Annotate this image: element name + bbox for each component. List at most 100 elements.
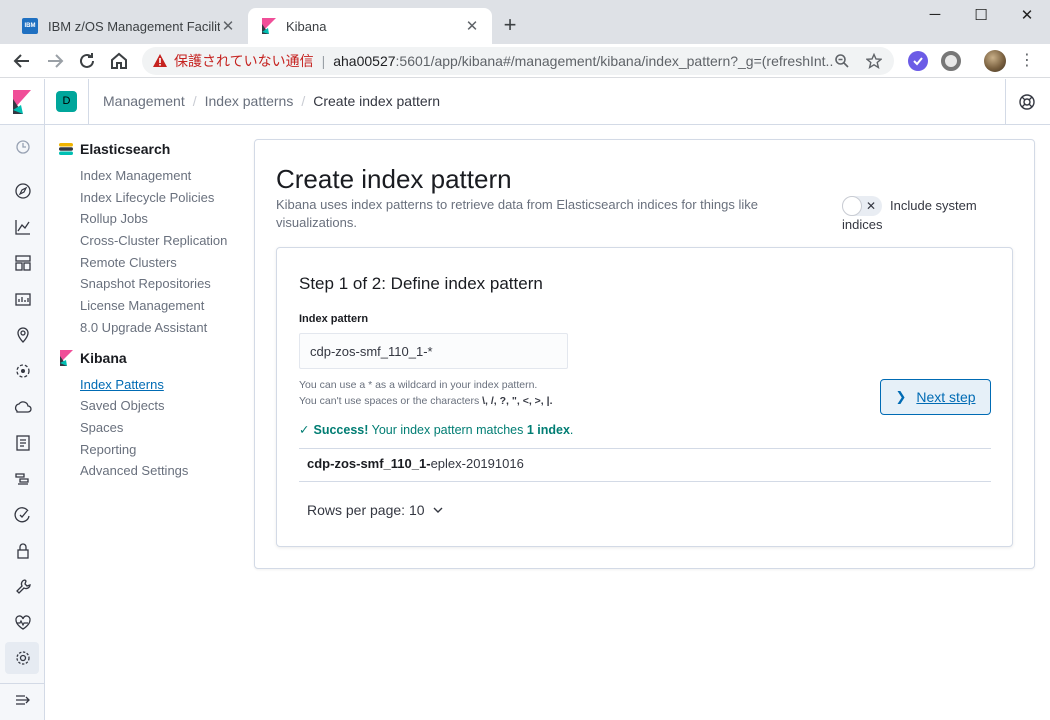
sidenav-item-reporting[interactable]: Reporting [80, 441, 248, 463]
logs-icon[interactable] [13, 433, 33, 453]
chevron-down-icon [433, 507, 443, 513]
sidenav-heading-kibana: Kibana [58, 349, 248, 367]
tab-zosmf[interactable]: IBM IBM z/OS Management Facility on ✕ [10, 8, 248, 44]
dashboard-icon[interactable] [13, 253, 33, 273]
uptime-icon[interactable] [13, 505, 33, 525]
kibana-nav-rail [0, 125, 45, 720]
include-system-indices-toggle[interactable]: ✕ Include system indices [842, 196, 992, 234]
tab-title: IBM z/OS Management Facility on [48, 18, 220, 34]
profile-avatar[interactable] [984, 50, 1006, 72]
sidenav-item-advanced-settings[interactable]: Advanced Settings [80, 462, 248, 484]
siem-icon[interactable] [13, 541, 33, 561]
system-indices-switch[interactable]: ✕ [842, 196, 882, 216]
back-icon[interactable] [10, 49, 34, 73]
clock-icon[interactable] [13, 137, 33, 157]
chevron-right-icon: ❯ [895, 389, 907, 404]
maximize-icon[interactable]: ☐ [958, 6, 1004, 24]
elasticsearch-items: Index Management Index Lifecycle Policie… [80, 167, 248, 341]
extension-icon[interactable] [908, 51, 928, 71]
match-rest: eplex-20191016 [430, 456, 524, 471]
rows-per-page-selector[interactable]: Rows per page: 10 [307, 502, 445, 518]
step-card: Step 1 of 2: Define index pattern Index … [276, 247, 1013, 547]
breadcrumb-separator: / [301, 93, 306, 109]
sidenav-item-upgrade-assistant[interactable]: 8.0 Upgrade Assistant [80, 319, 248, 341]
sidenav-item-snapshot-repos[interactable]: Snapshot Repositories [80, 275, 248, 297]
collapse-icon[interactable] [13, 690, 33, 710]
help-line-2-prefix: You can't use spaces or the characters [299, 395, 483, 407]
success-end: . [569, 423, 574, 437]
breadcrumb-management[interactable]: Management [103, 93, 185, 109]
reload-icon[interactable] [75, 49, 99, 73]
header-divider [88, 79, 89, 125]
success-count: 1 index [526, 423, 570, 437]
table-bottom-border [299, 481, 991, 482]
dev-tools-icon[interactable] [13, 577, 33, 597]
check-icon: ✓ [299, 423, 310, 437]
omnibox-divider: | [321, 53, 326, 69]
url-text[interactable]: aha00527:5601/app/kibana#/management/kib… [333, 53, 834, 69]
sidenav-item-index-management[interactable]: Index Management [80, 167, 248, 189]
sidenav-item-index-patterns[interactable]: Index Patterns [80, 376, 248, 398]
omnibox-actions [834, 53, 882, 69]
apm-icon[interactable] [13, 469, 33, 489]
extension-circle-icon[interactable] [941, 51, 961, 71]
ml-icon[interactable] [13, 361, 33, 381]
home-icon[interactable] [107, 49, 131, 73]
kibana-logo-icon [60, 349, 73, 366]
sidenav-item-license[interactable]: License Management [80, 297, 248, 319]
help-line-2-chars: \, /, ?, ", <, >, |. [482, 395, 553, 407]
tab-close-icon[interactable]: ✕ [464, 17, 480, 35]
rows-per-page-label: Rows per page: 10 [307, 502, 425, 518]
sidenav-item-remote-clusters[interactable]: Remote Clusters [80, 254, 248, 276]
elasticsearch-logo-icon [59, 143, 73, 155]
sidenav-item-ilm[interactable]: Index Lifecycle Policies [80, 189, 248, 211]
table-top-border [299, 448, 991, 449]
tab-kibana[interactable]: Kibana ✕ [248, 8, 492, 44]
infrastructure-icon[interactable] [13, 397, 33, 417]
breadcrumb-index-patterns[interactable]: Index patterns [205, 93, 294, 109]
kibana-header: D Management / Index patterns / Create i… [0, 79, 1050, 125]
help-line-1: You can use a * as a wildcard in your in… [299, 379, 538, 391]
index-pattern-input[interactable] [299, 333, 568, 369]
address-bar[interactable]: 保護されていない通信 | aha00527:5601/app/kibana#/m… [142, 47, 894, 75]
header-divider [1005, 79, 1006, 125]
space-avatar[interactable]: D [56, 91, 77, 112]
toggle-label-line2: indices [842, 217, 883, 232]
toggle-label-line1: Include system [890, 198, 977, 213]
index-pattern-help: You can use a * as a wildcard in your in… [299, 377, 553, 409]
new-tab-icon[interactable]: + [498, 14, 522, 38]
close-window-icon[interactable]: ✕ [1004, 6, 1050, 24]
table-row: cdp-zos-smf_110_1-eplex-20191016 [307, 456, 524, 471]
sidenav-item-ccr[interactable]: Cross-Cluster Replication [80, 232, 248, 254]
sidenav-item-rollup-jobs[interactable]: Rollup Jobs [80, 210, 248, 232]
visualize-icon[interactable] [13, 217, 33, 237]
header-divider [44, 79, 45, 125]
chrome-menu-icon[interactable]: ⋮ [1015, 49, 1039, 73]
switch-off-icon: ✕ [866, 199, 877, 213]
monitoring-icon[interactable] [13, 613, 33, 633]
zoom-icon[interactable] [834, 53, 850, 69]
rail-divider [0, 683, 45, 684]
canvas-icon[interactable] [13, 289, 33, 309]
sidenav-item-spaces[interactable]: Spaces [80, 419, 248, 441]
page-title: Create index pattern [276, 164, 512, 194]
forward-icon[interactable] [43, 49, 67, 73]
bookmark-star-icon[interactable] [866, 53, 882, 69]
kibana-favicon-icon [260, 18, 276, 34]
sidenav-item-saved-objects[interactable]: Saved Objects [80, 397, 248, 419]
kibana-logo-icon[interactable] [12, 90, 32, 114]
sidenav-heading-label: Kibana [80, 349, 127, 366]
help-lifebuoy-icon[interactable] [1018, 93, 1036, 111]
insecure-label[interactable]: 保護されていない通信 [174, 51, 314, 71]
minimize-icon[interactable]: ─ [912, 6, 958, 23]
compass-icon[interactable] [13, 181, 33, 201]
tab-close-icon[interactable]: ✕ [220, 17, 236, 35]
maps-icon[interactable] [13, 325, 33, 345]
tab-title: Kibana [286, 18, 327, 34]
warning-icon [153, 54, 167, 67]
management-gear-icon[interactable] [13, 648, 33, 668]
ibm-favicon-icon: IBM [22, 18, 38, 34]
kibana-items: Index Patterns Saved Objects Spaces Repo… [80, 376, 248, 484]
next-step-button[interactable]: ❯ Next step [880, 379, 991, 415]
browser-tabstrip: IBM IBM z/OS Management Facility on ✕ Ki… [0, 0, 1050, 44]
